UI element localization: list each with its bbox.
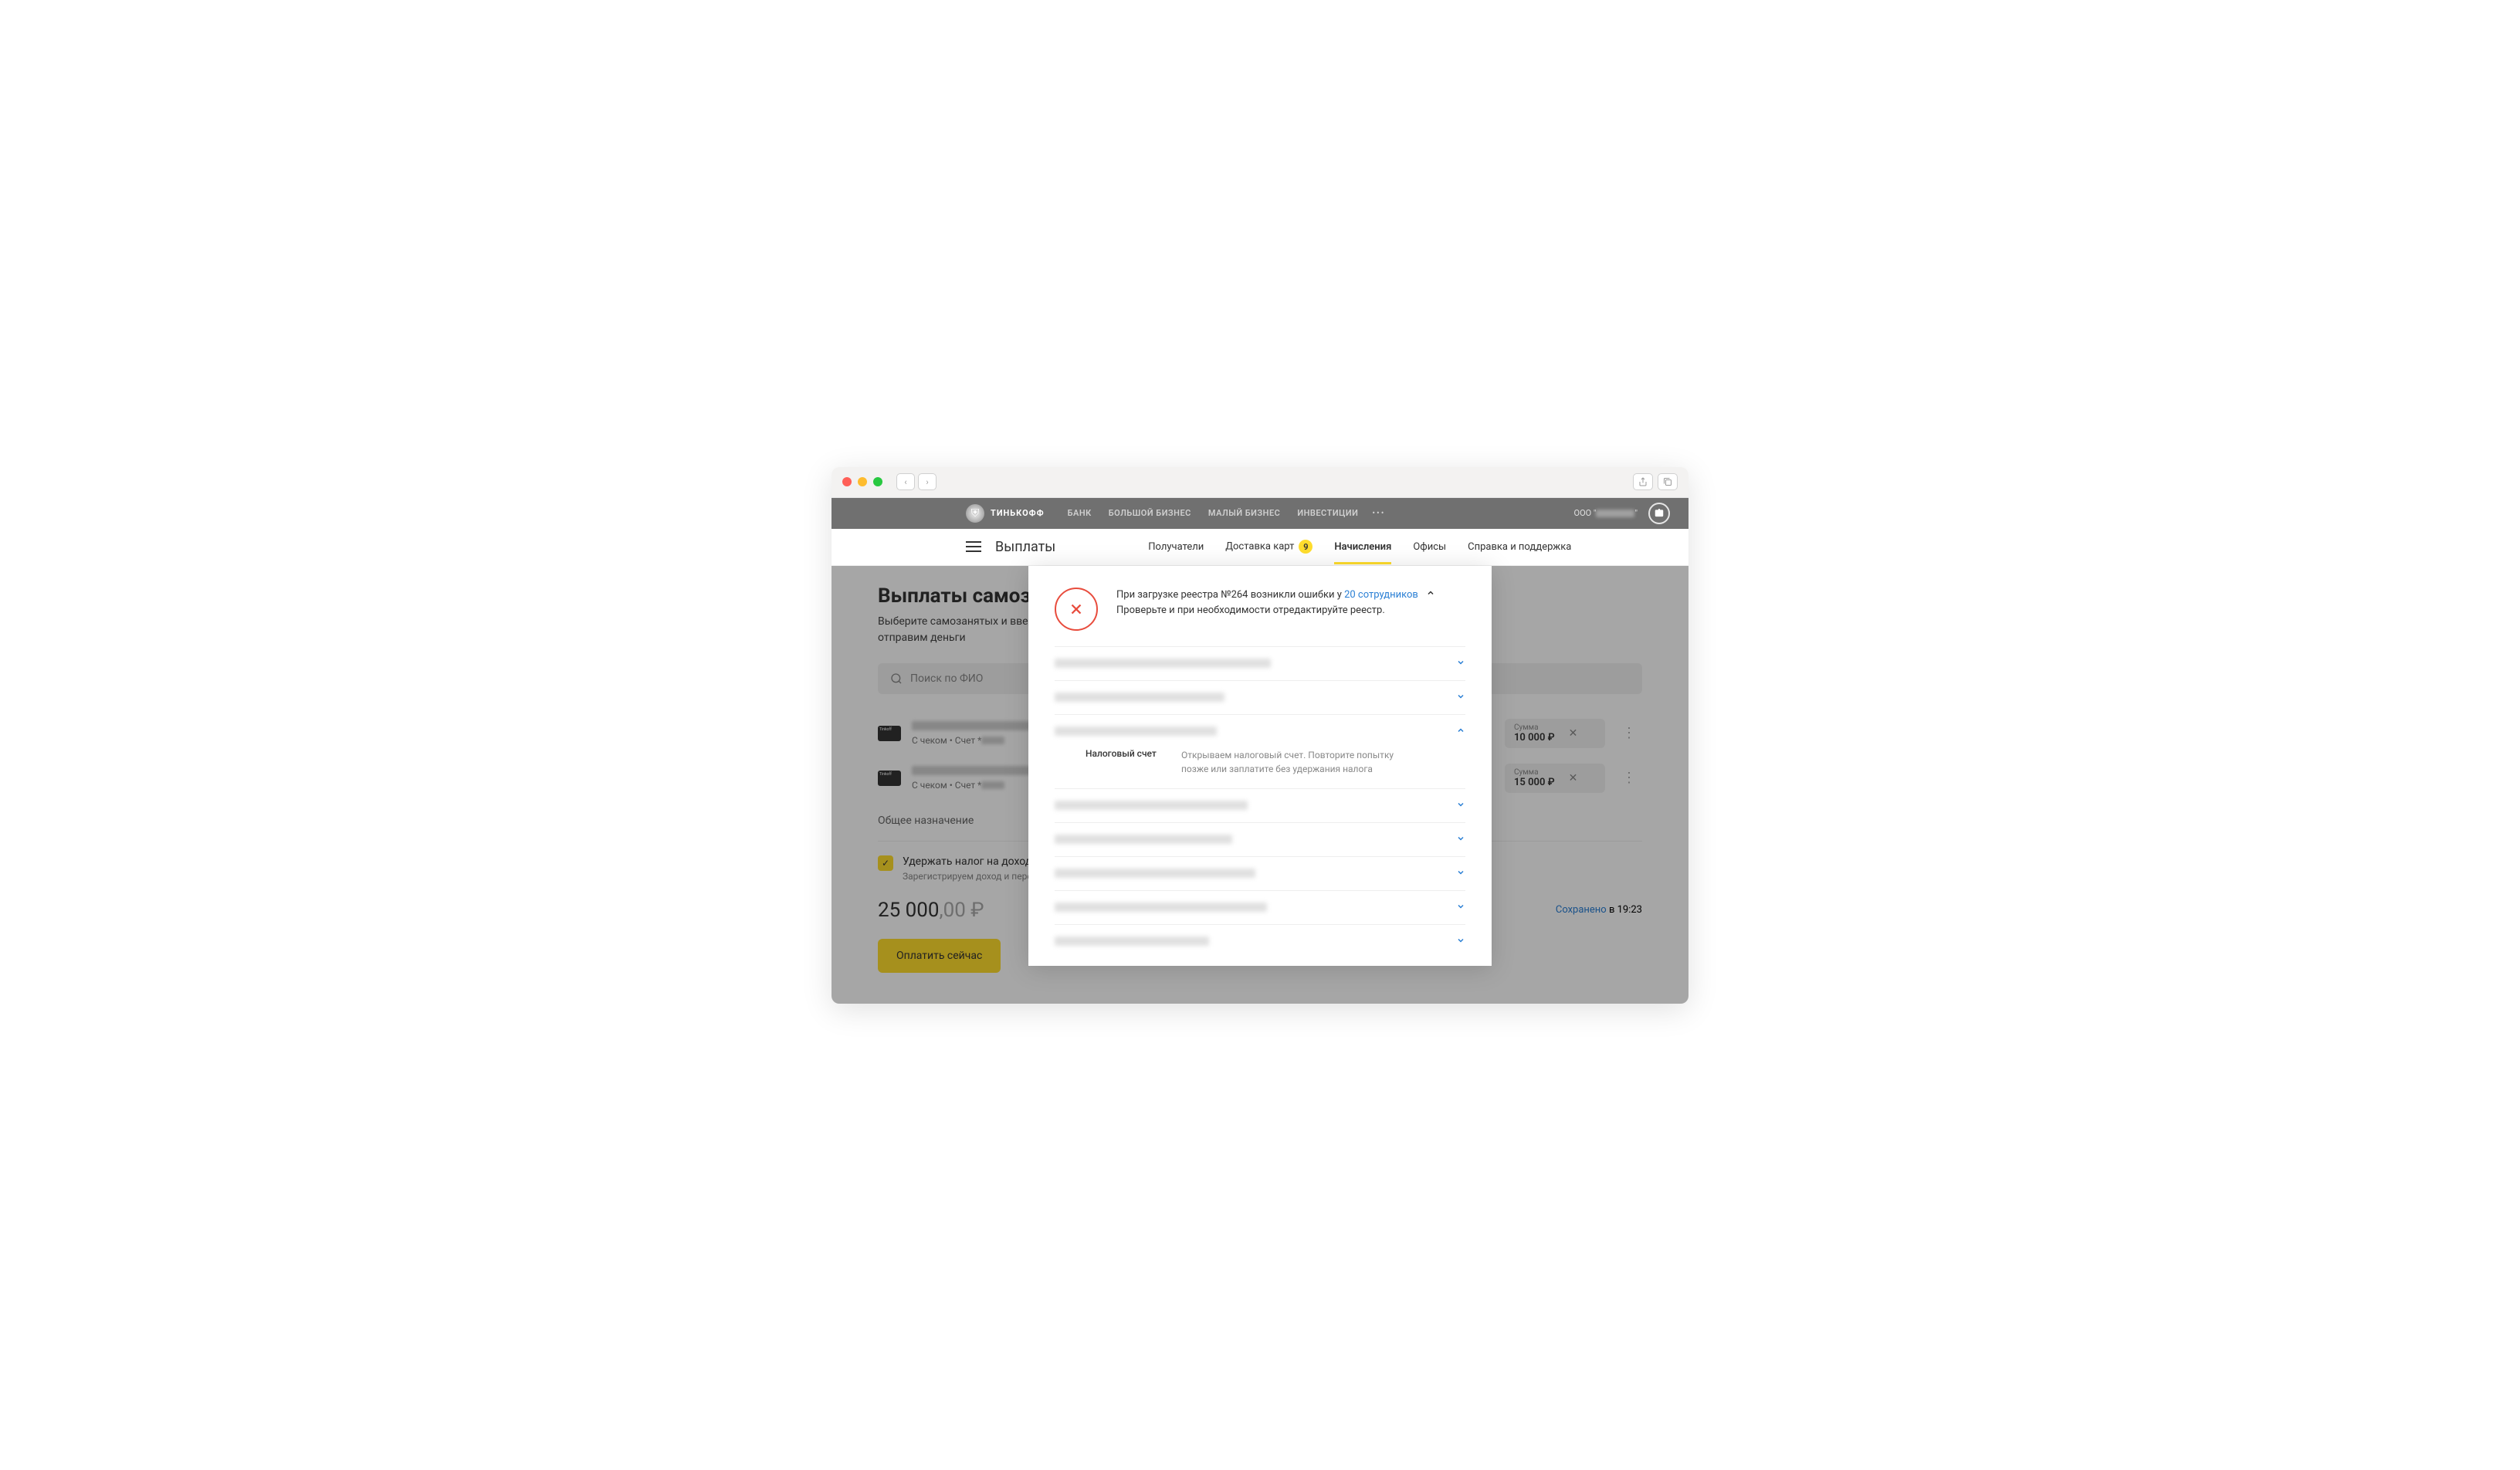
top-nav-investments[interactable]: ИНВЕСТИЦИИ	[1297, 508, 1358, 518]
traffic-lights	[842, 477, 882, 486]
error-row[interactable]	[1055, 680, 1465, 714]
employee-name	[1055, 727, 1217, 736]
maximize-window-icon[interactable]	[873, 477, 882, 486]
brand-logo-icon: ⛨	[966, 504, 984, 523]
tab-support[interactable]: Справка и поддержка	[1468, 530, 1571, 564]
subnav-title: Выплаты	[995, 539, 1055, 555]
tab-recipients[interactable]: Получатели	[1148, 530, 1204, 564]
employee-name	[1055, 659, 1271, 668]
employee-name	[1055, 869, 1255, 878]
minimize-window-icon[interactable]	[858, 477, 867, 486]
error-icon	[1055, 588, 1098, 631]
close-window-icon[interactable]	[842, 477, 852, 486]
chevron-down-icon[interactable]	[1456, 692, 1465, 703]
brand[interactable]: ⛨ ТИНЬКОФФ	[966, 504, 1045, 523]
top-nav-bank[interactable]: БАНК	[1068, 508, 1092, 518]
top-nav-big-business[interactable]: БОЛЬШОЙ БИЗНЕС	[1109, 508, 1191, 518]
chevron-up-icon[interactable]	[1456, 726, 1465, 737]
chevron-down-icon[interactable]	[1456, 936, 1465, 947]
error-row[interactable]	[1055, 788, 1465, 822]
modal-message: При загрузке реестра №264 возникли ошибк…	[1116, 588, 1465, 620]
company-name[interactable]: ООО ""	[1574, 508, 1638, 518]
chevron-down-icon[interactable]	[1456, 868, 1465, 879]
modal-list: Налоговый счет Открываем налоговый счет. …	[1028, 646, 1492, 958]
chevron-down-icon[interactable]	[1456, 834, 1465, 845]
titlebar: ‹ ›	[832, 467, 1688, 498]
brand-name: ТИНЬКОФФ	[991, 508, 1045, 518]
error-row[interactable]	[1055, 714, 1465, 748]
detail-text: Открываем налоговый счет. Повторите попы…	[1181, 748, 1413, 776]
employee-name	[1055, 801, 1248, 810]
chevron-down-icon[interactable]	[1456, 800, 1465, 811]
nav-arrows: ‹ ›	[896, 473, 937, 490]
back-button[interactable]: ‹	[896, 473, 915, 490]
menu-button[interactable]	[966, 541, 981, 552]
employee-name	[1055, 835, 1232, 844]
browser-window: ‹ › ⛨ ТИНЬКОФФ БАНК БОЛЬШОЙ БИЗНЕС МАЛЫЙ…	[832, 467, 1688, 1004]
error-row[interactable]	[1055, 822, 1465, 856]
collapse-icon[interactable]	[1426, 588, 1435, 598]
badge-count: 9	[1299, 540, 1312, 554]
employee-name	[1055, 903, 1267, 912]
error-row[interactable]	[1055, 856, 1465, 890]
forward-button[interactable]: ›	[918, 473, 937, 490]
detail-label: Налоговый счет	[1086, 748, 1163, 776]
error-detail: Налоговый счет Открываем налоговый счет. …	[1055, 748, 1465, 788]
share-button[interactable]	[1633, 473, 1653, 490]
employee-name	[1055, 937, 1209, 946]
top-nav: БАНК БОЛЬШОЙ БИЗНЕС МАЛЫЙ БИЗНЕС ИНВЕСТИ…	[1068, 508, 1359, 518]
chevron-down-icon[interactable]	[1456, 902, 1465, 913]
error-row[interactable]	[1055, 646, 1465, 680]
tab-accruals[interactable]: Начисления	[1334, 530, 1391, 564]
subnav: Выплаты Получатели Доставка карт9 Начисл…	[832, 529, 1688, 566]
top-nav-small-business[interactable]: МАЛЫЙ БИЗНЕС	[1208, 508, 1281, 518]
employees-link[interactable]: 20 сотрудников	[1344, 589, 1418, 601]
chevron-down-icon[interactable]	[1456, 658, 1465, 669]
subnav-links: Получатели Доставка карт9 Начисления Офи…	[1148, 529, 1571, 564]
tabs-button[interactable]	[1658, 473, 1678, 490]
topbar: ⛨ ТИНЬКОФФ БАНК БОЛЬШОЙ БИЗНЕС МАЛЫЙ БИЗ…	[832, 498, 1688, 529]
error-row[interactable]	[1055, 924, 1465, 958]
top-nav-more[interactable]: •••	[1372, 508, 1385, 518]
error-modal: При загрузке реестра №264 возникли ошибк…	[1028, 566, 1492, 966]
error-row[interactable]	[1055, 890, 1465, 924]
tab-card-delivery[interactable]: Доставка карт9	[1225, 529, 1312, 564]
briefcase-icon[interactable]	[1648, 503, 1670, 524]
employee-name	[1055, 693, 1224, 702]
tab-offices[interactable]: Офисы	[1413, 530, 1446, 564]
